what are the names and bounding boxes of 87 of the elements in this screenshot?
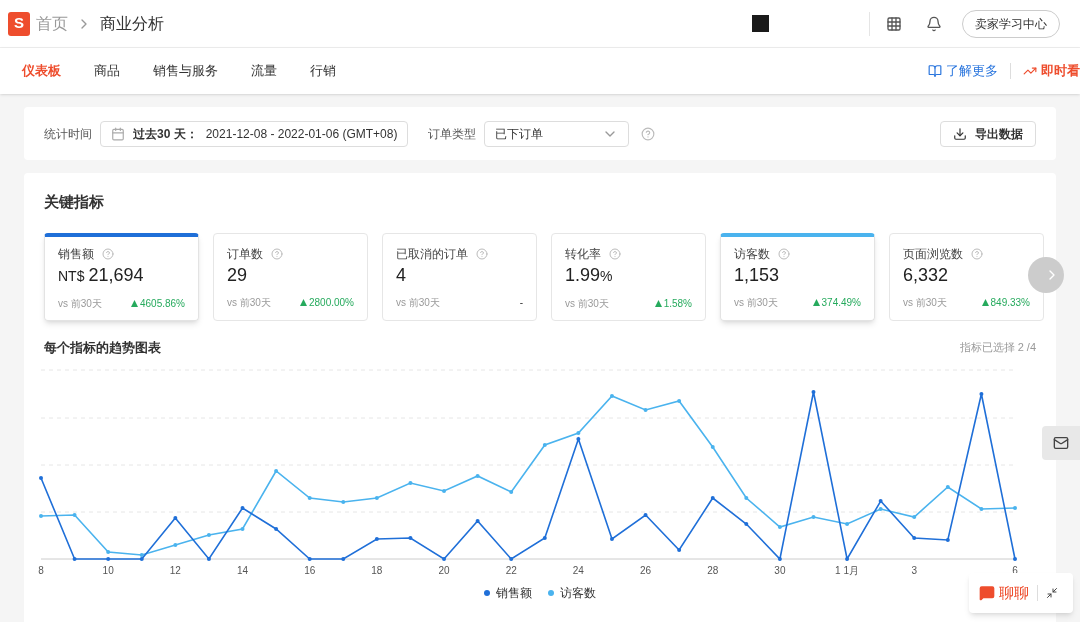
selection-count: 指标已选择 2 /4 bbox=[959, 340, 1036, 355]
download-icon bbox=[953, 126, 967, 141]
compare-label: vs 前30天 bbox=[227, 295, 271, 310]
metric-value: 1.99% bbox=[565, 263, 614, 287]
axis-label: 1 1月 bbox=[835, 565, 859, 576]
axis-label: 30 bbox=[774, 565, 786, 576]
metric-card[interactable]: 销售额 NT$ 21,694 vs 前30天 4605.86% bbox=[44, 232, 199, 321]
message-button[interactable] bbox=[1042, 426, 1080, 460]
compare-label: vs 前30天 bbox=[903, 295, 947, 310]
compare-label: vs 前30天 bbox=[734, 295, 778, 310]
change-value: 849.33% bbox=[981, 294, 1030, 310]
up-triangle-icon bbox=[299, 298, 307, 306]
axis-label: 22 bbox=[505, 565, 517, 576]
metric-label: 已取消的订单 bbox=[396, 245, 468, 263]
compare-label: vs 前30天 bbox=[565, 296, 609, 311]
axis-label: 3 bbox=[911, 565, 917, 576]
envelope-icon bbox=[1053, 435, 1069, 451]
learn-more-link[interactable]: 了解更多 bbox=[928, 61, 998, 81]
metric-card[interactable]: 订单数 29 vs 前30天 2800.00% bbox=[213, 232, 368, 321]
chat-widget[interactable]: 聊聊 bbox=[969, 573, 1073, 613]
minimize-icon[interactable] bbox=[1046, 587, 1058, 599]
up-triangle-icon bbox=[812, 298, 820, 306]
nav-tab[interactable]: 仪表板 bbox=[22, 61, 61, 81]
compare-label: vs 前30天 bbox=[58, 296, 102, 311]
help-icon[interactable] bbox=[102, 247, 114, 260]
change-value: - bbox=[519, 295, 523, 310]
compare-label: vs 前30天 bbox=[396, 295, 440, 310]
legend-item[interactable]: 访客数 bbox=[548, 584, 596, 602]
help-icon[interactable] bbox=[609, 247, 621, 260]
metric-value: 29 bbox=[227, 263, 249, 287]
metric-value: 1,153 bbox=[734, 263, 781, 287]
axis-label: 28 bbox=[707, 565, 719, 576]
metric-card[interactable]: 访客数 1,153 vs 前30天 374.49% bbox=[720, 232, 875, 321]
next-arrow-button[interactable] bbox=[1028, 257, 1064, 293]
help-icon[interactable] bbox=[778, 247, 790, 260]
change-value: 2800.00% bbox=[299, 294, 354, 310]
metric-value: NT$ 21,694 bbox=[58, 263, 145, 287]
time-label: 统计时间 bbox=[44, 125, 92, 143]
axis-label: 12 bbox=[169, 565, 181, 576]
help-icon[interactable] bbox=[476, 247, 488, 260]
up-triangle-icon bbox=[654, 299, 662, 307]
metric-label: 订单数 bbox=[227, 245, 263, 263]
axis-label: 10 bbox=[102, 565, 114, 576]
axis-label: 20 bbox=[438, 565, 450, 576]
legend-item[interactable]: 销售额 bbox=[484, 584, 532, 602]
metric-label: 转化率 bbox=[565, 245, 601, 263]
metric-label: 访客数 bbox=[734, 245, 770, 263]
axis-label: 16 bbox=[304, 565, 316, 576]
metric-label: 页面浏览数 bbox=[903, 245, 963, 263]
realtime-link[interactable]: 即时看 bbox=[1023, 61, 1080, 81]
order-type-select[interactable]: 已下订单 bbox=[484, 120, 630, 147]
help-icon[interactable] bbox=[971, 247, 983, 260]
help-icon[interactable] bbox=[271, 247, 283, 260]
up-triangle-icon bbox=[130, 299, 138, 307]
chat-bubble-icon bbox=[979, 585, 995, 601]
chat-label: 聊聊 bbox=[999, 582, 1029, 603]
metric-card[interactable]: 已取消的订单 4 vs 前30天 - bbox=[382, 232, 537, 321]
axis-label: 24 bbox=[572, 565, 584, 576]
up-triangle-icon bbox=[981, 298, 989, 306]
calendar-icon bbox=[111, 126, 125, 141]
order-type-label: 订单类型 bbox=[428, 125, 477, 143]
nav-tab[interactable]: 流量 bbox=[251, 61, 277, 81]
axis-label: 8 bbox=[38, 565, 44, 576]
nav-tab[interactable]: 销售与服务 bbox=[153, 61, 218, 81]
axis-label: 26 bbox=[640, 565, 652, 576]
date-range-picker[interactable]: 过去30 天： 2021-12-08 - 2022-01-06 (GMT+08) bbox=[100, 120, 409, 147]
notification-bell-icon[interactable] bbox=[926, 15, 942, 32]
nav-tab[interactable]: 商品 bbox=[94, 61, 120, 81]
metric-value: 4 bbox=[396, 263, 407, 287]
nav-tab[interactable]: 行销 bbox=[310, 61, 336, 81]
metric-card[interactable]: 转化率 1.99% vs 前30天 1.58% bbox=[551, 232, 706, 321]
change-value: 1.58% bbox=[654, 295, 692, 311]
export-button[interactable]: 导出数据 bbox=[940, 120, 1036, 147]
apps-grid-icon[interactable] bbox=[886, 15, 902, 32]
axis-label: 18 bbox=[371, 565, 383, 576]
chart-title: 每个指标的趋势图表 bbox=[44, 338, 161, 357]
help-icon[interactable] bbox=[641, 126, 656, 141]
change-value: 4605.86% bbox=[130, 295, 185, 311]
metric-value: 6,332 bbox=[903, 263, 950, 287]
book-icon bbox=[928, 64, 942, 78]
redacted-block bbox=[752, 15, 769, 32]
shop-bag-logo[interactable]: S bbox=[8, 11, 30, 36]
page-title: 商业分析 bbox=[100, 13, 164, 34]
axis-label: 14 bbox=[236, 565, 249, 576]
section-title: 关键指标 bbox=[44, 192, 105, 212]
change-value: 374.49% bbox=[812, 294, 861, 310]
metric-label: 销售额 bbox=[58, 245, 94, 263]
